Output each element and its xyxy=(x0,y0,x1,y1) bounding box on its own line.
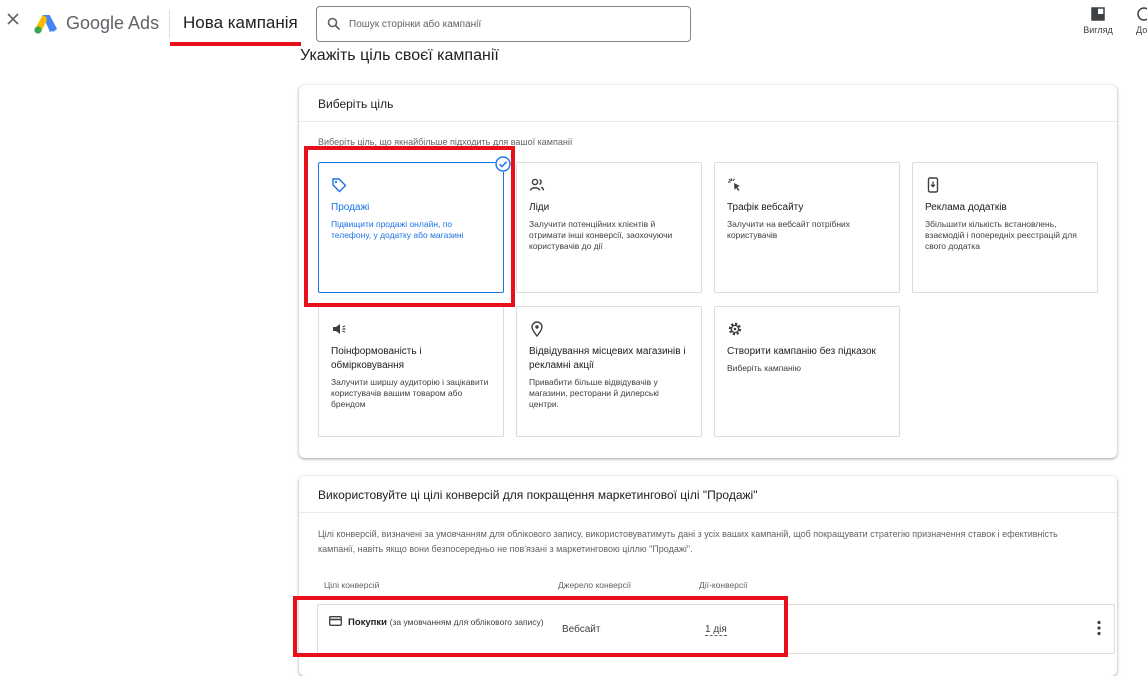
column-header-conversion-actions: Дії-конверсії xyxy=(699,580,748,590)
header-divider xyxy=(169,10,170,38)
goal-description: Залучити на вебсайт потрібних користувач… xyxy=(727,219,851,240)
conversion-goal-name: Покупки (за умовчанням для облікового за… xyxy=(348,615,568,630)
tab-highlight-underline xyxy=(170,42,301,46)
goal-description: Збільшити кількість встановлень, взаємод… xyxy=(925,219,1077,251)
search-input[interactable] xyxy=(349,13,679,35)
more-vert-icon[interactable] xyxy=(1092,619,1106,637)
goal-description: Підвищити продажі онлайн, по телефону, у… xyxy=(331,219,464,240)
goal-option-leads[interactable]: Ліди Залучити потенційних клієнтів й отр… xyxy=(516,162,702,293)
google-ads-logo-icon xyxy=(34,15,57,34)
view-icon xyxy=(1091,7,1105,21)
goal-card-subtitle: Виберіть ціль, що якнайбільше підходить … xyxy=(318,137,573,147)
goal-title: Поінформованість і обмірковування xyxy=(331,346,422,371)
search-icon xyxy=(327,17,341,31)
goal-selection-card: Виберіть ціль Виберіть ціль, що якнайбіл… xyxy=(299,85,1117,458)
goal-title: Продажі xyxy=(331,202,370,213)
goal-description: Залучити потенційних клієнтів й отримати… xyxy=(529,219,673,251)
gear-icon xyxy=(728,322,742,336)
column-header-conversion-source: Джерело конверсії xyxy=(558,580,632,590)
goal-description: Залучити ширшу аудиторію і зацікавити ко… xyxy=(331,377,489,409)
people-icon xyxy=(529,178,545,191)
search-box[interactable] xyxy=(316,6,691,42)
page-title: Укажіть ціль своєї кампанії xyxy=(300,47,499,64)
conversion-goal-title: Покупки xyxy=(348,617,388,628)
help-button[interactable]: Дов xyxy=(1129,6,1147,35)
goal-option-local-store-visits[interactable]: Відвідування місцевих магазинів і реклам… xyxy=(516,306,702,437)
goal-title: Трафік вебсайту xyxy=(727,202,804,213)
goal-option-awareness[interactable]: Поінформованість і обмірковування Залучи… xyxy=(318,306,504,437)
column-header-conversion-goals: Цілі конверсій xyxy=(324,580,380,590)
conversion-card-description: Цілі конверсій, визначені за умовчанням … xyxy=(318,529,1058,554)
megaphone-icon xyxy=(333,324,346,334)
brand-name: Google Ads xyxy=(66,13,160,33)
goal-option-app-promotion[interactable]: Реклама додатків Збільшити кількість вст… xyxy=(912,162,1098,293)
conversion-goals-card: Використовуйте ці цілі конверсій для пок… xyxy=(299,476,1117,676)
goal-option-sales[interactable]: Продажі Підвищити продажі онлайн, по тел… xyxy=(318,156,511,293)
goal-title: Реклама додатків xyxy=(925,202,1007,213)
tag-icon xyxy=(332,178,347,193)
conversion-card-title: Використовуйте ці цілі конверсій для пок… xyxy=(299,476,1117,513)
goal-option-no-guidance[interactable]: Створити кампанію без підказок Виберіть … xyxy=(714,306,900,437)
goal-title: Ліди xyxy=(529,202,550,213)
conversion-goal-note: (за умовчанням для облікового запису) xyxy=(389,617,544,627)
credit-card-icon xyxy=(329,616,342,626)
tab-new-campaign[interactable]: Нова кампанія xyxy=(183,13,298,33)
view-button[interactable]: Вигляд xyxy=(1080,6,1116,35)
conversion-source: Вебсайт xyxy=(562,624,601,635)
goal-option-website-traffic[interactable]: Трафік вебсайту Залучити на вебсайт потр… xyxy=(714,162,900,293)
goal-title: Створити кампанію без підказок xyxy=(727,346,876,357)
conversion-actions-link[interactable]: 1 дія xyxy=(705,624,727,636)
goal-description: Виберіть кампанію xyxy=(727,363,801,373)
table-row: Покупки (за умовчанням для облікового за… xyxy=(317,604,1115,654)
check-circle-icon xyxy=(495,156,511,172)
goal-description: Привабити більше відвідувачів у магазини… xyxy=(529,377,659,409)
goal-card-title: Виберіть ціль xyxy=(299,85,1117,122)
location-pin-icon xyxy=(531,321,543,337)
help-label: Дов xyxy=(1136,25,1147,35)
phone-download-icon xyxy=(927,177,939,193)
cursor-click-icon xyxy=(728,178,740,191)
help-icon xyxy=(1137,7,1147,21)
view-label: Вигляд xyxy=(1083,25,1113,35)
close-icon[interactable] xyxy=(5,11,21,27)
goal-title: Відвідування місцевих магазинів і реклам… xyxy=(529,346,686,371)
top-bar: Google Ads Нова кампанія Вигляд Дов xyxy=(0,0,1147,46)
